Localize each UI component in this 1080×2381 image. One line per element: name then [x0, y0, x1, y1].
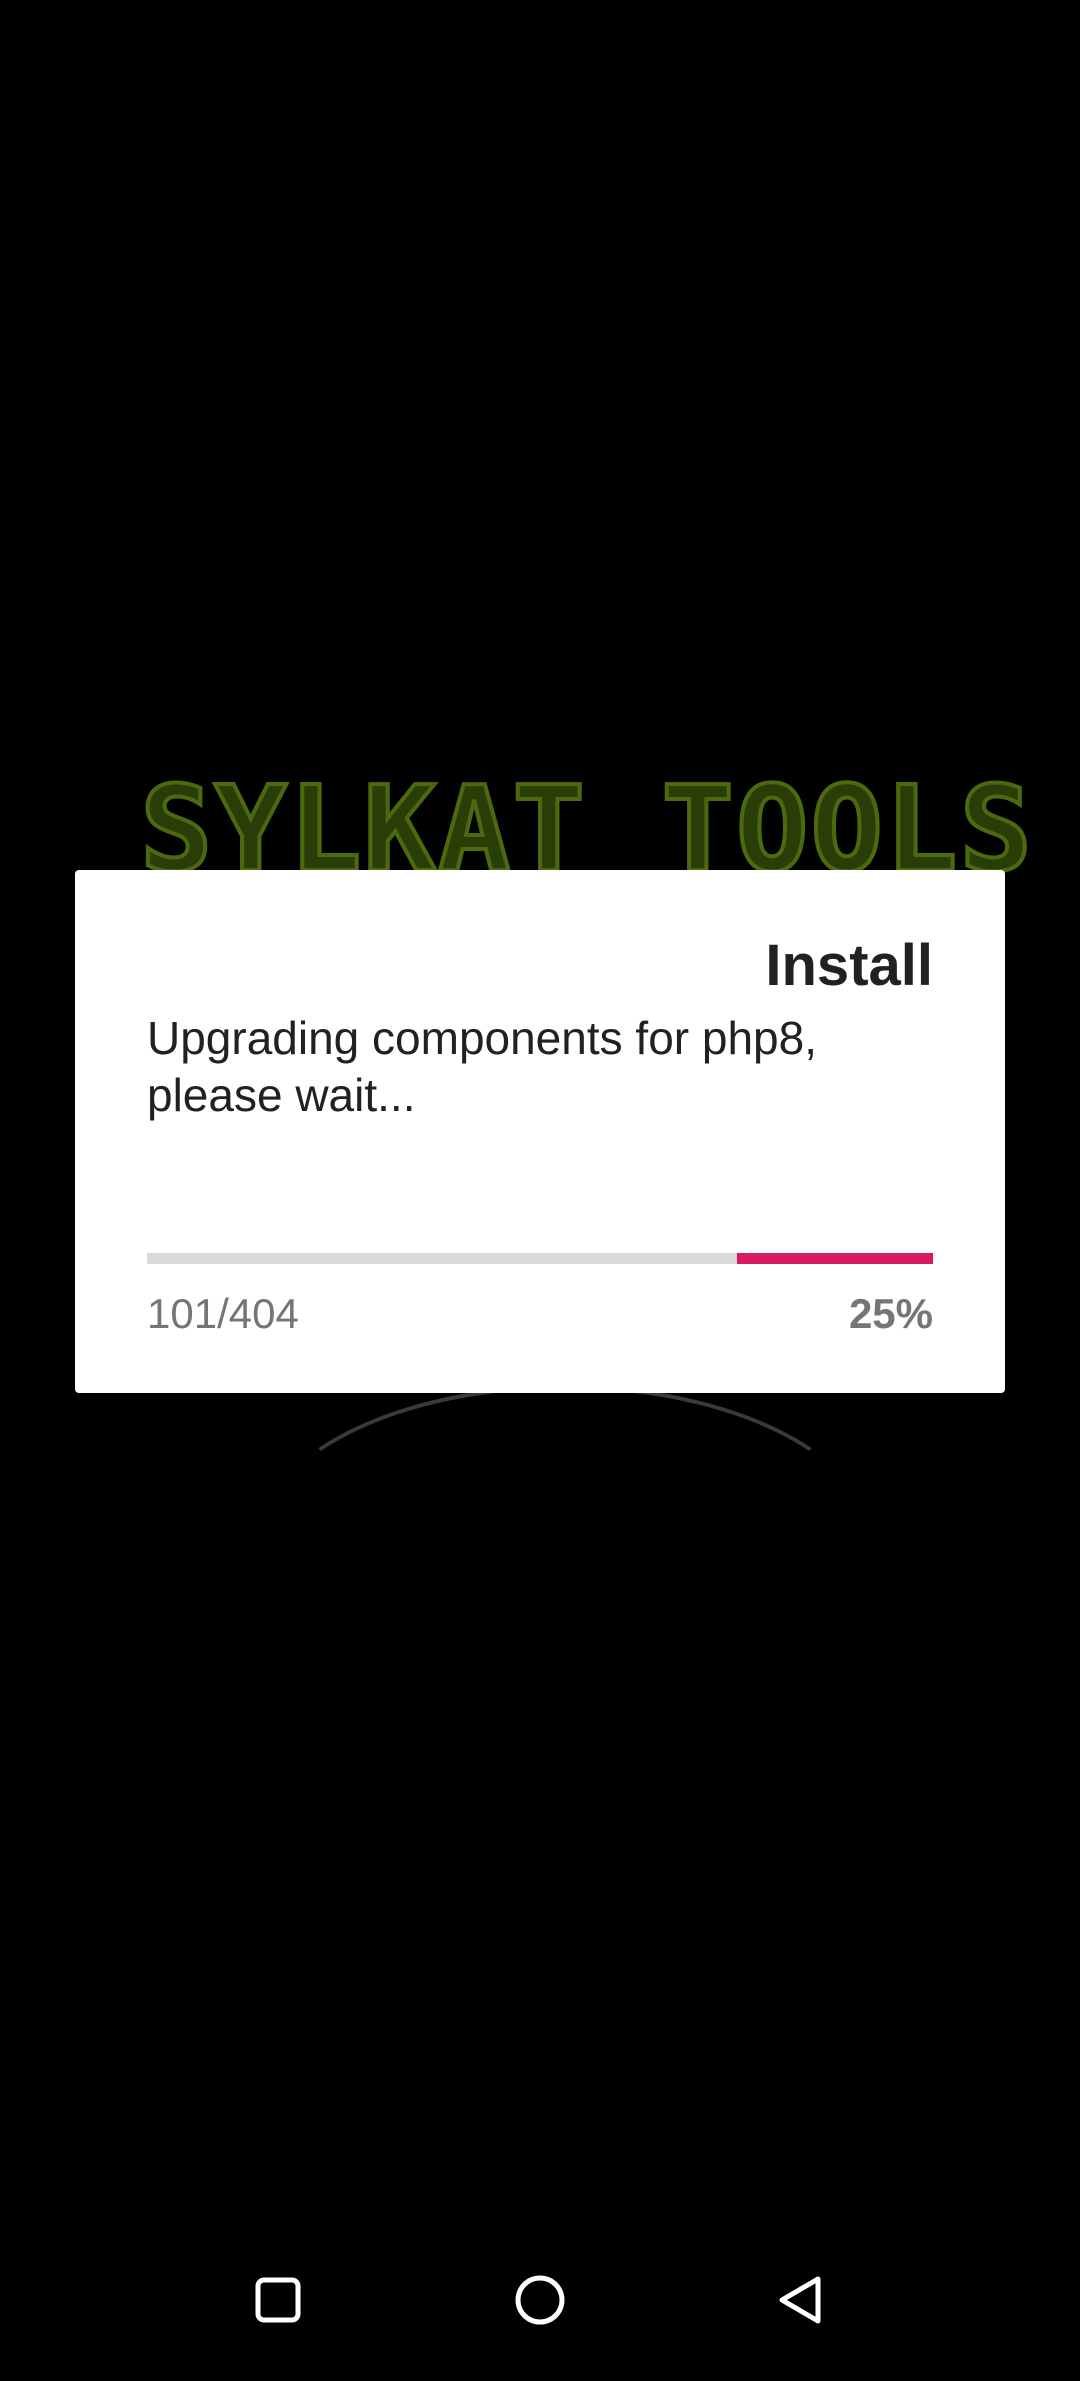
back-button[interactable] — [765, 2265, 835, 2335]
triangle-back-icon — [779, 2276, 821, 2324]
circle-home-icon — [515, 2275, 565, 2325]
progress-bar — [147, 1253, 933, 1264]
square-recents-icon — [255, 2277, 301, 2323]
dialog-title: Install — [765, 933, 933, 998]
install-dialog: Install Upgrading components for php8, p… — [75, 870, 1005, 1393]
loading-arc — [255, 1385, 875, 1705]
home-button[interactable] — [505, 2265, 575, 2335]
progress-bar-fill — [736, 1253, 933, 1264]
screen: SYLKAT TOOLS Install Upgrading component… — [0, 0, 1080, 2381]
recents-button[interactable] — [243, 2265, 313, 2335]
progress-count: 101/404 — [147, 1290, 299, 1337]
dialog-message: Upgrading components for php8, please wa… — [147, 1012, 817, 1121]
navigation-bar — [0, 2220, 1080, 2381]
progress-percent: 25% — [848, 1290, 933, 1337]
